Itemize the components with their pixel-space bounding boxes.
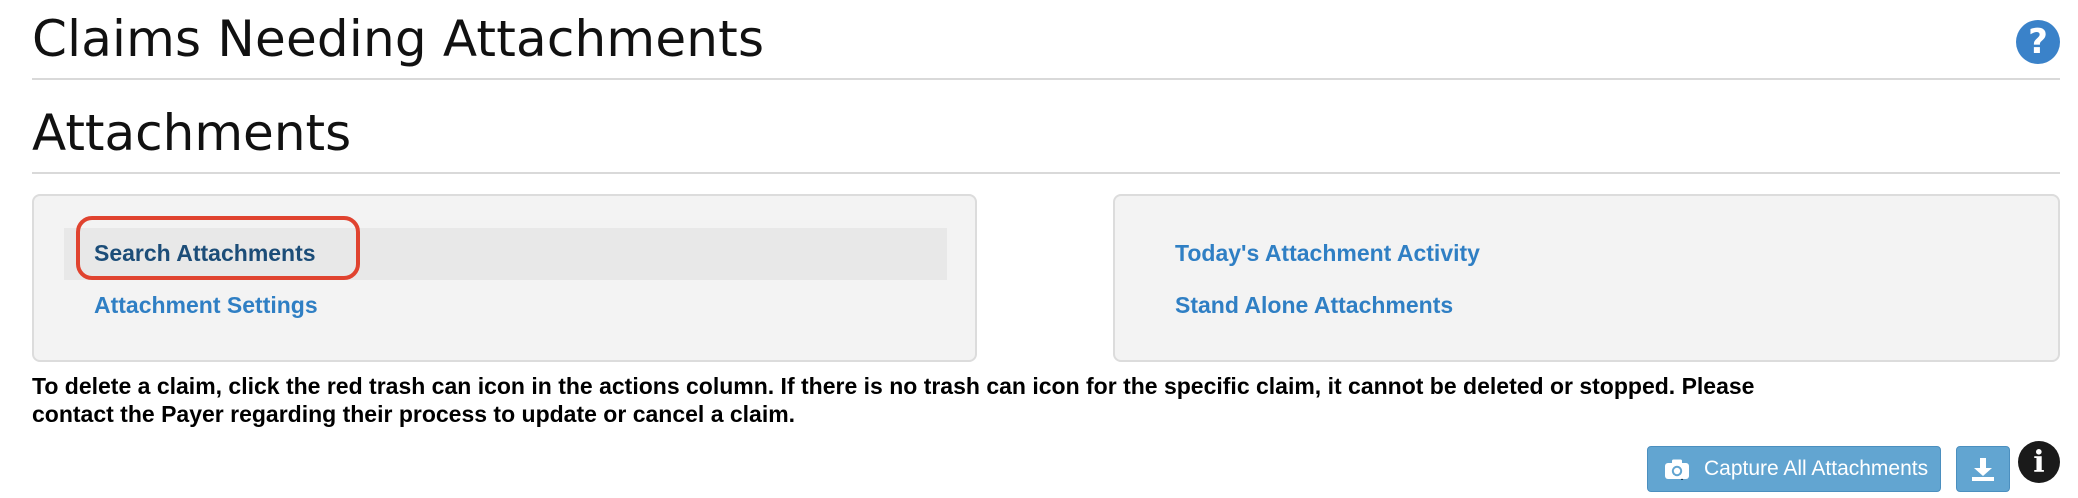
help-icon[interactable]: ? (2016, 20, 2060, 64)
todays-attachment-activity-link[interactable]: Today's Attachment Activity (1175, 240, 1480, 267)
info-icon[interactable]: i (2018, 441, 2060, 483)
attachment-settings-link[interactable]: Attachment Settings (94, 292, 318, 319)
notice-line-2: contact the Payer regarding their proces… (32, 401, 796, 427)
capture-all-attachments-button[interactable]: Capture All Attachments (1647, 446, 1941, 492)
download-icon (1972, 458, 1994, 481)
stand-alone-attachments-link[interactable]: Stand Alone Attachments (1175, 292, 1453, 319)
capture-all-attachments-label: Capture All Attachments (1704, 457, 1929, 480)
notice-line-1: To delete a claim, click the red trash c… (32, 373, 1755, 399)
page-title: Claims Needing Attachments (32, 10, 765, 68)
search-attachments-link[interactable]: Search Attachments (94, 240, 316, 267)
delete-claim-notice: To delete a claim, click the red trash c… (32, 372, 1932, 428)
camera-icon (1665, 459, 1689, 480)
claims-attachments-page: Claims Needing Attachments ? Attachments… (0, 0, 2078, 498)
section-title: Attachments (32, 104, 352, 162)
attachments-links-panel-left: Search Attachments Attachment Settings (32, 194, 977, 362)
page-header: Claims Needing Attachments ? (32, 0, 2060, 80)
attachments-links-panel-right: Today's Attachment Activity Stand Alone … (1113, 194, 2060, 362)
section-header: Attachments (32, 96, 2060, 174)
download-button[interactable] (1956, 446, 2010, 492)
